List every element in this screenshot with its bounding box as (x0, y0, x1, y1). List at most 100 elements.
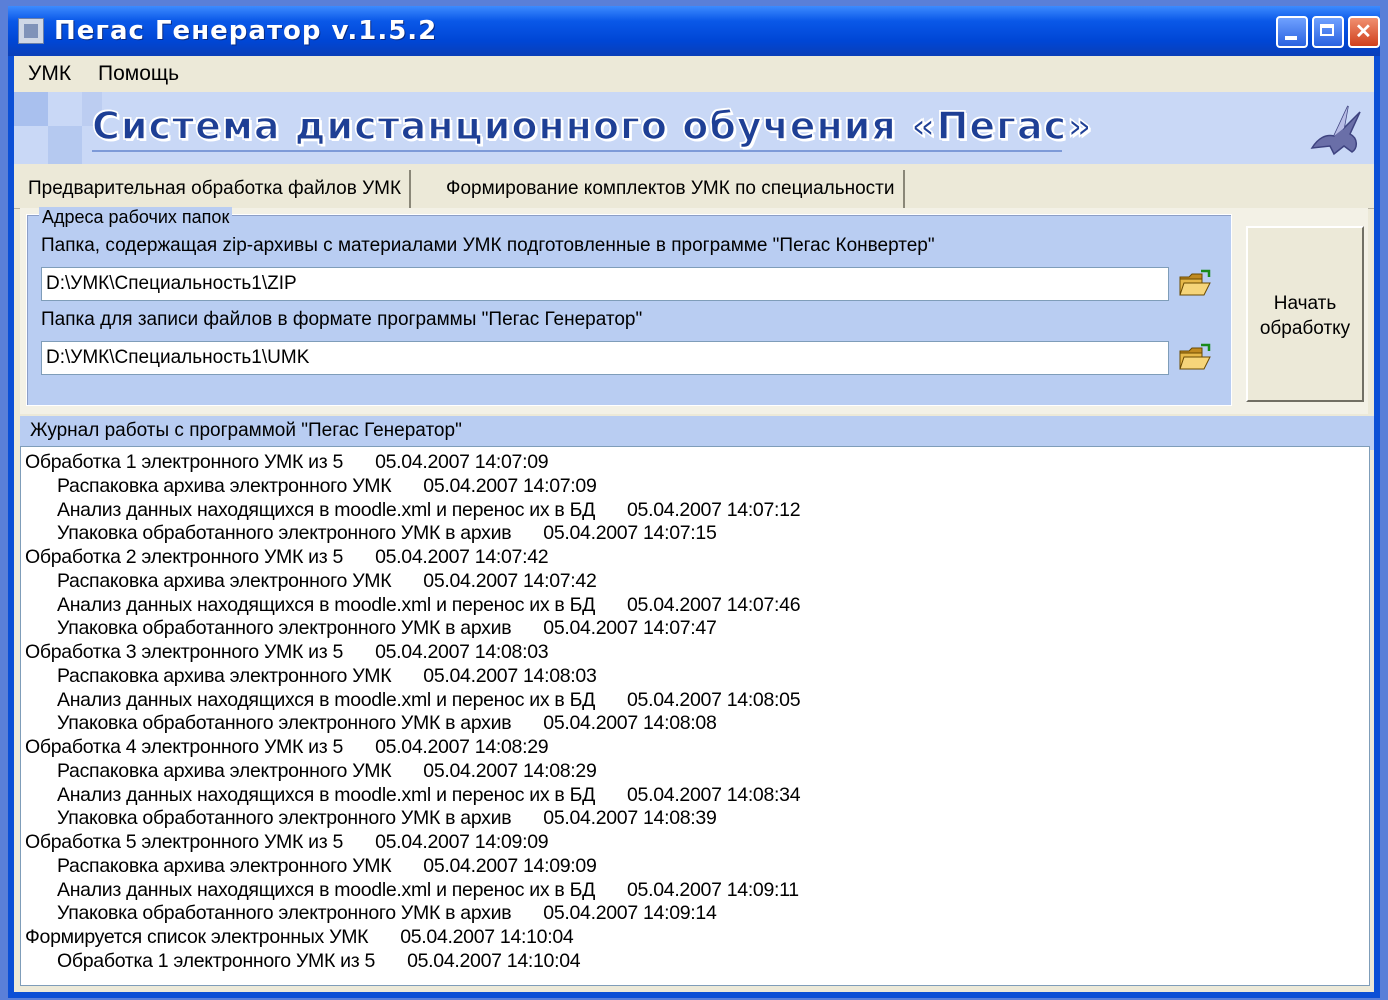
log-entry-text: Обработка 3 электронного УМК из 5 (25, 641, 344, 663)
log-entry-time: 05.04.2007 14:09:14 (543, 902, 717, 925)
log-entry: Упаковка обработанного электронного УМК … (57, 522, 512, 545)
tab-bundles[interactable]: Формирование комплектов УМК по специальн… (438, 170, 905, 208)
banner: Система дистанционного обучения «Пегас» (14, 92, 1374, 164)
start-button-line1: Начать (1273, 293, 1337, 314)
open-folder-icon[interactable] (1177, 269, 1213, 299)
tab-bar: Предварительная обработка файлов УМК Фор… (14, 164, 1374, 210)
log-entry-time: 05.04.2007 14:07:09 (375, 451, 549, 473)
log-entry-text: Обработка 1 электронного УМК из 5 (25, 451, 344, 473)
log-entry: Формируется список электронных УМК (25, 926, 369, 949)
log-entry: Распаковка архива электронного УМК (57, 664, 392, 688)
log-label: Журнал работы с программой "Пегас Генера… (30, 420, 462, 441)
log-entry-time: 05.04.2007 14:07:09 (423, 474, 597, 497)
log-entry-time: 05.04.2007 14:08:03 (375, 641, 549, 663)
banner-decor-square (48, 126, 82, 164)
log-entry-time: 05.04.2007 14:07:12 (627, 498, 801, 521)
window-title: Пегас Генератор v.1.5.2 (54, 16, 438, 46)
log-entry-time: 05.04.2007 14:09:09 (375, 831, 549, 853)
log-entry-time: 05.04.2007 14:07:42 (423, 569, 597, 592)
log-entry-text: Распаковка архива электронного УМК (57, 569, 392, 592)
log-entry: Обработка 1 электронного УМК из 5 (57, 950, 375, 973)
log-entry-time: 05.04.2007 14:07:46 (627, 593, 801, 616)
log-textarea[interactable]: Обработка 1 электронного УМК из 5 05.04.2… (20, 446, 1370, 986)
log-entry: Анализ данных находящихся в moodle.xml и… (57, 784, 595, 807)
log-entry-text: Обработка 2 электронного УМК из 5 (25, 546, 344, 568)
log-entry-time: 05.04.2007 14:07:47 (543, 617, 717, 640)
log-entry-text: Упаковка обработанного электронного УМК … (57, 712, 512, 735)
log-entry: Обработка 3 электронного УМК из 5 (25, 641, 343, 664)
title-bar[interactable]: Пегас Генератор v.1.5.2 (8, 6, 1380, 56)
app-window-icon[interactable] (18, 18, 44, 44)
log-entry-time: 05.04.2007 14:07:15 (543, 522, 717, 545)
banner-title: Система дистанционного обучения «Пегас» (91, 103, 1093, 149)
client-area: УМК Помощь Система дистанционного обучен… (14, 56, 1374, 992)
log-entry: Анализ данных находящихся в moodle.xml и… (57, 879, 595, 902)
log-entry-time: 05.04.2007 14:07:42 (375, 546, 549, 568)
log-entry: Обработка 1 электронного УМК из 5 (25, 451, 343, 474)
log-entry-text: Распаковка архива электронного УМК (57, 664, 392, 687)
log-entry: Упаковка обработанного электронного УМК … (57, 902, 512, 925)
log-entry-text: Распаковка архива электронного УМК (57, 854, 392, 877)
log-entry-time: 05.04.2007 14:08:39 (543, 807, 717, 830)
target-folder-label: Папка для записи файлов в формате програ… (41, 309, 643, 330)
log-entry-text: Формируется список электронных УМК (25, 926, 369, 948)
start-processing-button[interactable]: Начать обработку (1246, 226, 1364, 402)
target-folder-input[interactable] (41, 341, 1169, 375)
log-entry-time: 05.04.2007 14:09:09 (423, 854, 597, 877)
log-entry-time: 05.04.2007 14:08:08 (543, 712, 717, 735)
maximize-button[interactable] (1312, 16, 1344, 48)
menu-bar: УМК Помощь (14, 56, 1374, 92)
banner-decor-square (14, 92, 48, 126)
log-entry: Упаковка обработанного электронного УМК … (57, 712, 512, 735)
open-folder-icon[interactable] (1177, 343, 1213, 373)
log-entry-time: 05.04.2007 14:08:34 (627, 783, 801, 806)
log-entry-text: Анализ данных находящихся в moodle.xml и… (57, 783, 596, 806)
log-entry-time: 05.04.2007 14:10:04 (400, 926, 574, 948)
log-entry-text: Анализ данных находящихся в moodle.xml и… (57, 498, 596, 521)
log-entry: Обработка 2 электронного УМК из 5 (25, 546, 343, 569)
banner-underline (92, 150, 1062, 152)
log-entry: Распаковка архива электронного УМК (57, 759, 392, 783)
log-entry: Распаковка архива электронного УМК (57, 854, 392, 878)
menu-umk[interactable]: УМК (22, 62, 77, 86)
pegasus-logo-icon (1310, 105, 1361, 156)
log-header: Журнал работы с программой "Пегас Генера… (20, 416, 1374, 450)
log-entry-time: 05.04.2007 14:08:29 (375, 736, 549, 758)
source-folder-input[interactable] (41, 267, 1169, 301)
log-entry: Распаковка архива электронного УМК (57, 474, 392, 498)
log-entry: Анализ данных находящихся в moodle.xml и… (57, 594, 595, 617)
log-entry-time: 05.04.2007 14:08:05 (627, 688, 801, 711)
log-entry-text: Упаковка обработанного электронного УМК … (57, 807, 512, 830)
log-entry-text: Обработка 5 электронного УМК из 5 (25, 831, 344, 853)
log-entry: Обработка 4 электронного УМК из 5 (25, 736, 343, 759)
log-entry-time: 05.04.2007 14:08:29 (423, 759, 597, 782)
log-entry-text: Анализ данных находящихся в moodle.xml и… (57, 593, 596, 616)
log-entry-time: 05.04.2007 14:08:03 (423, 664, 597, 687)
log-entry-text: Упаковка обработанного электронного УМК … (57, 522, 512, 545)
log-entry-text: Упаковка обработанного электронного УМК … (57, 617, 512, 640)
log-entry: Упаковка обработанного электронного УМК … (57, 617, 512, 640)
app-window: Пегас Генератор v.1.5.2 УМК Помощь Систе… (8, 6, 1380, 998)
log-entry: Распаковка архива электронного УМК (57, 569, 392, 593)
log-entry-time: 05.04.2007 14:09:11 (627, 878, 799, 901)
log-entry-text: Обработка 4 электронного УМК из 5 (25, 736, 344, 758)
start-button-line2: обработку (1259, 317, 1351, 339)
log-entry-text: Анализ данных находящихся в moodle.xml и… (57, 878, 596, 901)
minimize-button[interactable] (1276, 16, 1308, 48)
log-entry-text: Распаковка архива электронного УМК (57, 759, 392, 782)
tab-preprocessing[interactable]: Предварительная обработка файлов УМК (20, 170, 412, 210)
log-entry: Анализ данных находящихся в moodle.xml и… (57, 499, 595, 522)
folders-group: Адреса рабочих папок Папка, содержащая z… (26, 207, 1232, 406)
log-entry-time: 05.04.2007 14:10:04 (407, 949, 581, 972)
log-entry: Упаковка обработанного электронного УМК … (57, 807, 512, 830)
close-button[interactable] (1348, 16, 1380, 48)
log-entry-text: Обработка 1 электронного УМК из 5 (57, 949, 376, 972)
log-entry-text: Упаковка обработанного электронного УМК … (57, 902, 512, 925)
source-folder-label: Папка, содержащая zip-архивы с материала… (41, 235, 935, 256)
log-entry: Обработка 5 электронного УМК из 5 (25, 831, 343, 854)
log-entry-text: Анализ данных находящихся в moodle.xml и… (57, 688, 596, 711)
log-entry: Анализ данных находящихся в moodle.xml и… (57, 689, 595, 712)
folders-group-label: Адреса рабочих папок (39, 207, 233, 228)
menu-help[interactable]: Помощь (92, 62, 185, 86)
log-entry-text: Распаковка архива электронного УМК (57, 474, 392, 497)
